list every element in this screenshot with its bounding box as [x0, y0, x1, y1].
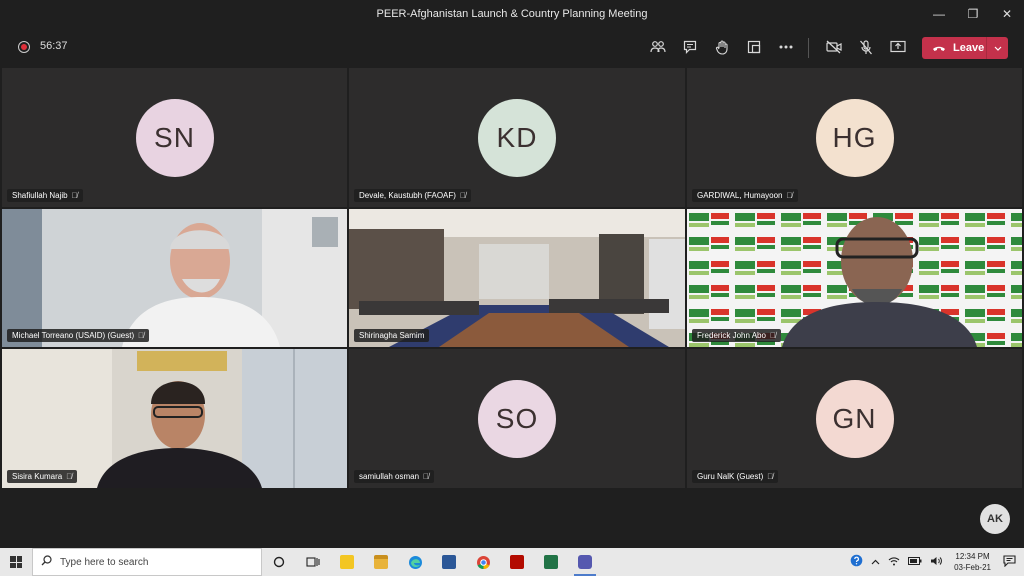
participant-avatar: HG [815, 98, 894, 177]
participants-icon[interactable] [642, 36, 674, 58]
participant-name-tag: GARDIWAL, Humayoon 🎙̸ [692, 189, 798, 202]
participant-name-tag: Shirinagha Samim [354, 329, 430, 342]
mic-muted-icon: 🎙̸ [459, 191, 466, 200]
leave-button[interactable]: Leave [922, 37, 1008, 59]
participant-avatar: KD [478, 98, 556, 177]
meeting-toolbar: 56:37 Leave [0, 28, 1024, 66]
system-tray: 12:34 PM 03-Feb-21 [846, 548, 1024, 576]
sticky-notes-icon[interactable] [330, 548, 364, 576]
participant-video-tile[interactable]: Frederick John Abo 🎙̸ [687, 209, 1022, 347]
task-view-icon[interactable] [296, 548, 330, 576]
participant-name: Devale, Kaustubh (FAOAF) [359, 191, 456, 200]
clock-time: 12:34 PM [955, 552, 990, 561]
toolbar-divider [808, 38, 809, 58]
recording-icon [18, 41, 30, 53]
participant-video-tile[interactable]: Sisira Kumara 🎙̸ [2, 349, 347, 488]
phone-hangup-icon [932, 41, 946, 55]
taskbar-search[interactable]: Type here to search [32, 548, 262, 576]
mic-muted-icon: 🎙̸ [786, 191, 793, 200]
breakout-rooms-icon[interactable] [738, 36, 770, 58]
participant-name-tag: Frederick John Abo 🎙̸ [692, 329, 781, 342]
notifications-icon[interactable] [1003, 554, 1016, 570]
participant-name-tag: Guru NalK (Guest) 🎙̸ [692, 470, 779, 483]
mic-muted-icon: 🎙̸ [66, 472, 73, 481]
participant-name-tag: Devale, Kaustubh (FAOAF) 🎙̸ [354, 189, 471, 202]
mic-off-icon[interactable] [850, 36, 882, 58]
participant-name-tag: Shafiullah Najib 🎙̸ [7, 189, 83, 202]
teams-icon[interactable] [568, 548, 602, 576]
participant-name: Michael Torreano (USAID) (Guest) [12, 331, 135, 340]
video-grid: SN Shafiullah Najib 🎙̸ KD Devale, Kaustu… [0, 68, 1024, 488]
share-screen-icon[interactable] [882, 36, 914, 58]
more-actions-icon[interactable] [770, 36, 802, 58]
participant-name: Sisira Kumara [12, 472, 63, 481]
taskbar-clock[interactable]: 12:34 PM 03-Feb-21 [954, 551, 991, 573]
leave-options-chevron-icon[interactable] [986, 37, 1008, 59]
self-avatar[interactable]: AK [980, 504, 1010, 534]
search-icon [41, 555, 52, 569]
participant-tile[interactable]: HG GARDIWAL, Humayoon 🎙̸ [687, 68, 1022, 207]
mic-muted-icon: 🎙̸ [767, 472, 774, 481]
acrobat-icon[interactable] [500, 548, 534, 576]
window-title: PEER-Afghanistan Launch & Country Planni… [376, 8, 648, 20]
word-icon[interactable] [432, 548, 466, 576]
mic-muted-icon: 🎙̸ [71, 191, 78, 200]
participant-tile[interactable]: KD Devale, Kaustubh (FAOAF) 🎙̸ [349, 68, 685, 207]
help-icon[interactable] [850, 554, 863, 570]
close-button[interactable]: ✕ [990, 0, 1024, 28]
participant-name-tag: Michael Torreano (USAID) (Guest) 🎙̸ [7, 329, 150, 342]
volume-icon[interactable] [930, 556, 942, 569]
file-explorer-icon[interactable] [364, 548, 398, 576]
participant-name-tag: samiullah osman 🎙̸ [354, 470, 435, 483]
leave-label: Leave [953, 42, 985, 54]
edge-icon[interactable] [398, 548, 432, 576]
participant-avatar: SO [478, 379, 556, 458]
participant-video-feed [2, 209, 347, 347]
maximize-button[interactable]: ❐ [956, 0, 990, 28]
meeting-actions [642, 36, 802, 58]
participant-name: Shirinagha Samim [359, 331, 425, 340]
participant-name: Guru NalK (Guest) [697, 472, 764, 481]
meeting-timer: 56:37 [40, 40, 68, 52]
raise-hand-icon[interactable] [706, 36, 738, 58]
title-bar: PEER-Afghanistan Launch & Country Planni… [0, 0, 1024, 28]
battery-icon[interactable] [908, 556, 922, 568]
window-controls: — ❐ ✕ [922, 0, 1024, 28]
mic-muted-icon: 🎙̸ [423, 472, 430, 481]
minimize-button[interactable]: — [922, 0, 956, 28]
participant-name: samiullah osman [359, 472, 420, 481]
cortana-icon[interactable] [262, 548, 296, 576]
participant-name: Shafiullah Najib [12, 191, 68, 200]
participant-tile[interactable]: GN Guru NalK (Guest) 🎙̸ [687, 349, 1022, 488]
participant-tile[interactable]: SN Shafiullah Najib 🎙̸ [2, 68, 347, 207]
clock-date: 03-Feb-21 [954, 563, 991, 572]
av-controls [818, 36, 914, 58]
participant-video-tile[interactable]: Shirinagha Samim [349, 209, 685, 347]
participant-avatar: GN [815, 379, 894, 458]
chrome-icon[interactable] [466, 548, 500, 576]
search-placeholder: Type here to search [60, 556, 149, 568]
participant-avatar: SN [135, 98, 214, 177]
camera-off-icon[interactable] [818, 36, 850, 58]
windows-logo-icon [10, 556, 22, 568]
wifi-icon[interactable] [888, 556, 900, 569]
participant-tile[interactable]: SO samiullah osman 🎙̸ [349, 349, 685, 488]
participant-name-tag: Sisira Kumara 🎙̸ [7, 470, 78, 483]
participant-name: GARDIWAL, Humayoon [697, 191, 783, 200]
chevron-up-icon[interactable] [871, 557, 880, 568]
excel-icon[interactable] [534, 548, 568, 576]
participant-name: Frederick John Abo [697, 331, 766, 340]
participant-video-feed [2, 349, 347, 488]
chat-icon[interactable] [674, 36, 706, 58]
participant-video-feed [349, 209, 685, 347]
mic-muted-icon: 🎙̸ [769, 331, 776, 340]
participant-video-feed [687, 209, 1022, 347]
participant-video-tile[interactable]: Michael Torreano (USAID) (Guest) 🎙̸ [2, 209, 347, 347]
mic-muted-icon: 🎙̸ [138, 331, 145, 340]
start-button[interactable] [0, 548, 32, 576]
